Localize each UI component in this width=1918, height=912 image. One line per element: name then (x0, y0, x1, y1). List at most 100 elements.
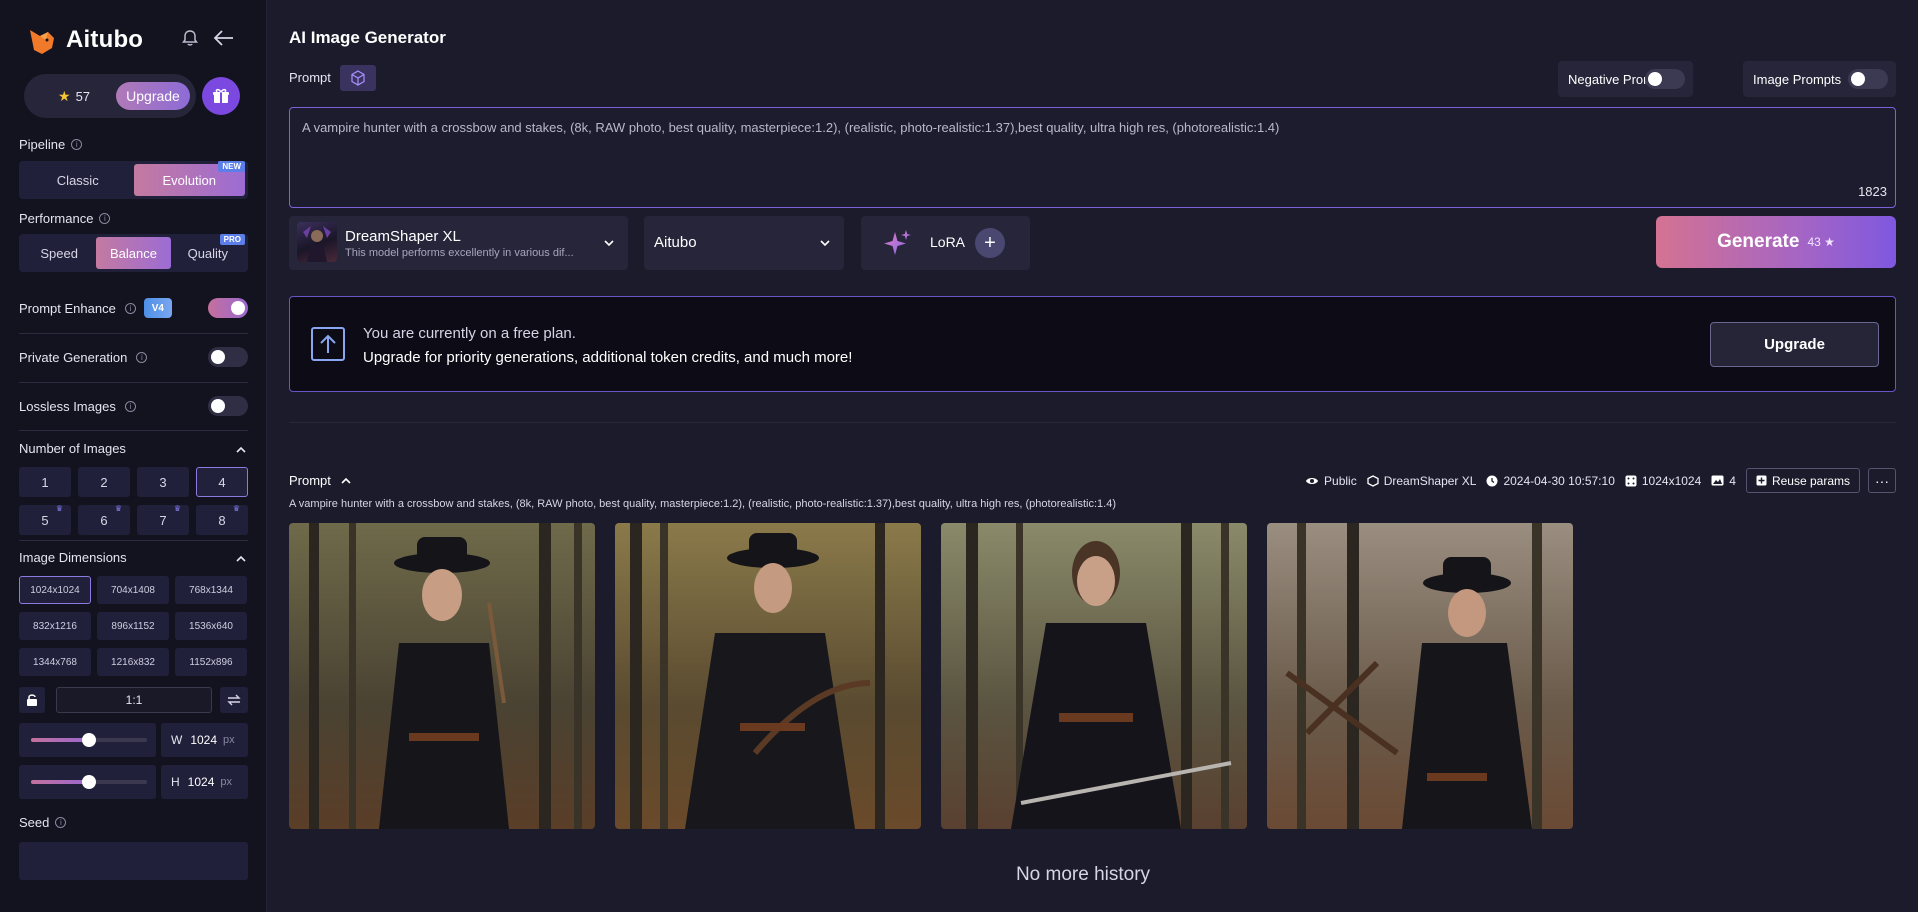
style-selector[interactable]: Aitubo (644, 216, 844, 270)
model-selector[interactable]: DreamShaper XL This model performs excel… (289, 216, 628, 270)
prompt-enhance-toggle[interactable] (208, 298, 248, 318)
num-label: 8 (218, 512, 226, 528)
logo[interactable]: Aitubo (26, 24, 143, 56)
visibility-text: Public (1324, 473, 1357, 488)
performance-speed[interactable]: Speed (22, 237, 96, 269)
plan-upgrade-button[interactable]: Upgrade (1710, 322, 1879, 367)
datetime-text: 2024-04-30 10:57:10 (1503, 473, 1615, 488)
dim-832x1216[interactable]: 832x1216 (19, 612, 91, 640)
vampire-hunter-image (289, 523, 595, 829)
add-lora-button[interactable]: + (975, 228, 1005, 258)
height-slider[interactable] (31, 775, 147, 789)
image-gallery (289, 523, 1593, 829)
height-letter: H (171, 775, 180, 789)
prompt-textarea[interactable]: A vampire hunter with a crossbow and sta… (289, 107, 1896, 208)
model-meta: DreamShaper XL (1367, 473, 1477, 488)
chevron-up-icon[interactable] (236, 554, 246, 564)
gift-button[interactable] (202, 77, 240, 115)
generated-image-2[interactable] (615, 523, 921, 829)
cube-icon (1367, 474, 1379, 487)
generated-image-3[interactable] (941, 523, 1247, 829)
height-input[interactable]: H 1024 px (161, 765, 248, 799)
history-prompt-text: A vampire hunter with a crossbow and sta… (289, 498, 1117, 510)
info-icon[interactable]: i (124, 400, 136, 412)
dim-704x1408[interactable]: 704x1408 (97, 576, 169, 604)
chevron-up-icon[interactable] (236, 445, 246, 455)
model-thumbnail-art (303, 226, 331, 262)
dim-1536x640[interactable]: 1536x640 (175, 612, 247, 640)
upgrade-button[interactable]: Upgrade (116, 82, 190, 110)
dim-1216x832[interactable]: 1216x832 (97, 648, 169, 676)
dim-1024x1024[interactable]: 1024x1024 (19, 576, 91, 604)
star-icon: ★ (1824, 235, 1835, 249)
performance-balance[interactable]: Balance (96, 237, 171, 269)
swap-dimensions-button[interactable] (220, 687, 248, 713)
pipeline-evolution[interactable]: Evolution NEW (133, 161, 245, 196)
vampire-hunter-image (615, 523, 921, 829)
width-input[interactable]: W 1024 px (161, 723, 248, 757)
width-slider[interactable] (31, 733, 147, 747)
info-icon[interactable]: i (55, 817, 67, 828)
image-dimensions-grid: 1024x1024 704x1408 768x1344 832x1216 896… (19, 576, 248, 676)
image-icon (1711, 475, 1724, 486)
seed-label: Seed i (19, 815, 67, 830)
seed-input[interactable] (19, 842, 248, 880)
num-images-2[interactable]: 2 (78, 467, 130, 497)
reuse-params-button[interactable]: Reuse params (1745, 468, 1860, 493)
app-name: Aitubo (66, 26, 144, 53)
num-images-8[interactable]: 8 ♛ (196, 504, 248, 535)
height-slider-handle[interactable] (82, 775, 96, 789)
dim-1152x896[interactable]: 1152x896 (175, 648, 247, 676)
negative-prompt-toggle[interactable] (1645, 69, 1685, 89)
bell-icon[interactable] (180, 28, 200, 48)
more-options-button[interactable]: ··· (1868, 468, 1896, 493)
history-prompt-toggle[interactable]: Prompt (289, 473, 351, 488)
dim-896x1152[interactable]: 896x1152 (97, 612, 169, 640)
generate-button[interactable]: Generate 43 ★ (1656, 216, 1896, 268)
generated-image-4[interactable] (1267, 523, 1573, 829)
pipeline-classic[interactable]: Classic (22, 164, 134, 196)
height-slider-box (19, 765, 156, 799)
pipeline-label: Pipeline i (19, 137, 83, 152)
prompt-enhance-label: Prompt Enhance (19, 300, 116, 316)
private-generation-label: Private Generation (19, 349, 128, 365)
performance-quality[interactable]: Quality PRO (171, 234, 245, 269)
model-meta-text: DreamShaper XL (1383, 473, 1477, 488)
datetime-meta: 2024-04-30 10:57:10 (1486, 473, 1615, 488)
private-generation-toggle[interactable] (208, 347, 248, 367)
prompt-char-count: 1823 (1858, 184, 1887, 199)
gift-icon (213, 88, 229, 103)
num-images-7[interactable]: 7 ♛ (137, 504, 189, 535)
eye-icon (1306, 477, 1319, 484)
aspect-lock-button[interactable] (19, 687, 45, 713)
dim-1344x768[interactable]: 1344x768 (19, 648, 91, 676)
generated-image-1[interactable] (289, 523, 595, 829)
crown-icon: ♛ (114, 504, 122, 513)
upload-arrow-icon (311, 327, 345, 361)
aspect-ratio-field[interactable]: 1:1 (56, 687, 212, 713)
dim-768x1344[interactable]: 768x1344 (175, 576, 247, 604)
num-images-5[interactable]: 5 ♛ (19, 504, 71, 535)
prompt-label: Prompt (289, 70, 331, 85)
num-images-3[interactable]: 3 (137, 467, 189, 497)
info-icon[interactable]: i (99, 213, 111, 224)
info-icon[interactable]: i (136, 351, 148, 363)
info-icon[interactable]: i (71, 139, 83, 150)
count-text: 4 (1729, 473, 1736, 488)
image-prompts-card: Image Prompts (1743, 61, 1896, 97)
prompt-tools-button[interactable] (340, 65, 376, 91)
prompt-text: A vampire hunter with a crossbow and sta… (302, 120, 1280, 135)
image-prompts-toggle[interactable] (1848, 69, 1888, 89)
num-images-4[interactable]: 4 (196, 467, 248, 497)
info-icon[interactable]: i (124, 302, 136, 314)
collapse-arrow-icon[interactable] (213, 28, 235, 48)
lossless-images-toggle[interactable] (208, 396, 248, 416)
lora-card[interactable]: LoRA + (861, 216, 1030, 270)
plus-square-icon (1756, 475, 1767, 486)
width-slider-box (19, 723, 156, 757)
width-slider-handle[interactable] (82, 733, 96, 747)
num-images-1[interactable]: 1 (19, 467, 71, 497)
model-name: DreamShaper XL (345, 228, 461, 245)
size-text: 1024x1024 (1641, 473, 1702, 488)
num-images-6[interactable]: 6 ♛ (78, 504, 130, 535)
